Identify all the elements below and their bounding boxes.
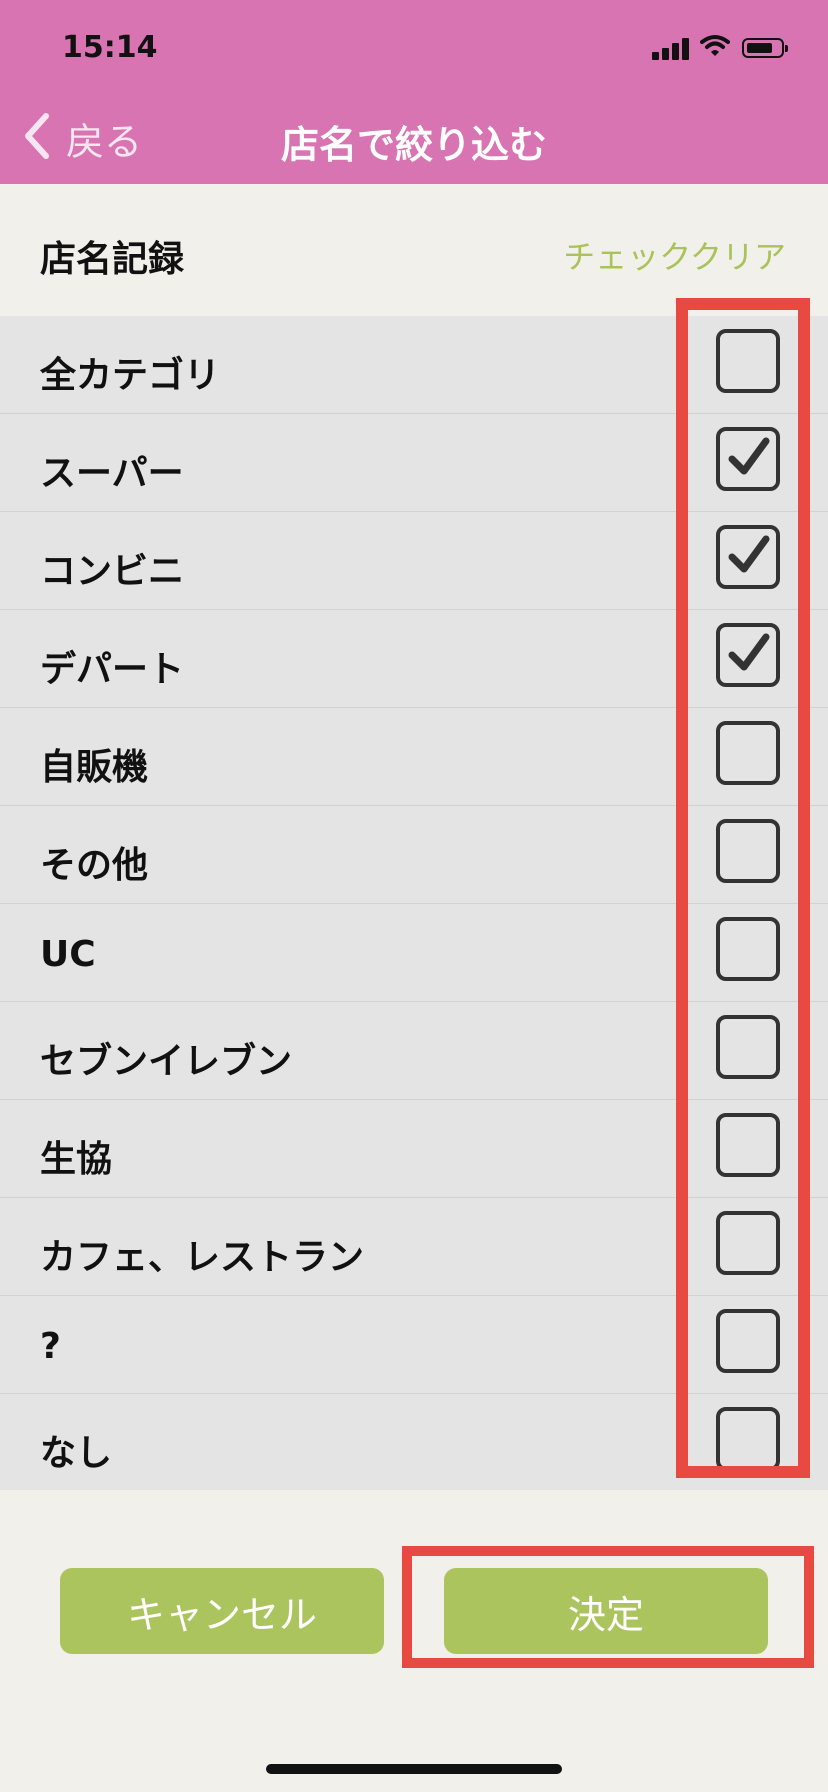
checkbox[interactable] xyxy=(716,721,780,785)
list-item[interactable]: UC xyxy=(0,904,828,1002)
list-item-label: カフェ、レストラン xyxy=(40,1237,365,1278)
checkmark-icon xyxy=(728,535,770,573)
category-list: 全カテゴリスーパーコンビニデパート自販機その他 UC セブンイレブン 生協カフェ、レス… xyxy=(0,316,828,1490)
list-item-label: セブンイレブン xyxy=(40,1041,293,1082)
list-item[interactable]: デパート xyxy=(0,610,828,708)
cancel-button[interactable]: キャンセル xyxy=(60,1568,384,1654)
navigation-bar: 戻る 店名で絞り込む xyxy=(0,90,828,184)
list-item[interactable]: なし xyxy=(0,1394,828,1490)
list-item-label: デパート xyxy=(40,649,185,690)
checkbox[interactable] xyxy=(716,329,780,393)
list-item-label: なし xyxy=(40,1433,113,1474)
checkbox[interactable] xyxy=(716,1309,780,1373)
list-item-label: コンビニ xyxy=(40,551,185,592)
list-item[interactable]: セブンイレブン xyxy=(0,1002,828,1100)
list-item[interactable]: 生協 xyxy=(0,1100,828,1198)
list-item[interactable]: カフェ、レストラン xyxy=(0,1198,828,1296)
list-item[interactable]: ? xyxy=(0,1296,828,1394)
checkmark-icon xyxy=(728,633,770,671)
checkbox[interactable] xyxy=(716,427,780,491)
list-item-label: 全カテゴリ xyxy=(40,355,221,396)
list-item[interactable]: 自販機 xyxy=(0,708,828,806)
status-time: 15:14 xyxy=(62,30,158,65)
confirm-button[interactable]: 決定 xyxy=(444,1568,768,1654)
checkbox[interactable] xyxy=(716,1015,780,1079)
home-indicator[interactable] xyxy=(266,1764,562,1774)
checkbox[interactable] xyxy=(716,819,780,883)
checkbox[interactable] xyxy=(716,1407,780,1471)
list-item[interactable]: その他 xyxy=(0,806,828,904)
list-item-label: 生協 xyxy=(40,1139,113,1180)
check-clear-button[interactable]: チェッククリア xyxy=(563,232,786,278)
list-item-label: ? xyxy=(40,1326,61,1367)
section-header: 店名記録 チェッククリア xyxy=(0,184,828,316)
checkmark-icon xyxy=(728,437,770,475)
checkbox[interactable] xyxy=(716,525,780,589)
battery-icon xyxy=(742,38,788,58)
list-item[interactable]: コンビニ xyxy=(0,512,828,610)
checkbox[interactable] xyxy=(716,1113,780,1177)
wifi-icon xyxy=(700,34,730,62)
checkbox[interactable] xyxy=(716,917,780,981)
status-bar: 15:14 xyxy=(0,0,828,90)
checkbox[interactable] xyxy=(716,1211,780,1275)
list-item-label: その他 xyxy=(40,845,149,886)
list-item-label: 自販機 xyxy=(40,747,149,788)
list-item[interactable]: スーパー xyxy=(0,414,828,512)
list-item-label: スーパー xyxy=(40,453,184,494)
checkbox[interactable] xyxy=(716,623,780,687)
list-item-label: UC xyxy=(40,934,96,975)
page-title: 店名で絞り込む xyxy=(280,123,547,167)
section-title: 店名記録 xyxy=(40,239,185,280)
list-item[interactable]: 全カテゴリ xyxy=(0,316,828,414)
cellular-signal-icon xyxy=(652,36,690,60)
